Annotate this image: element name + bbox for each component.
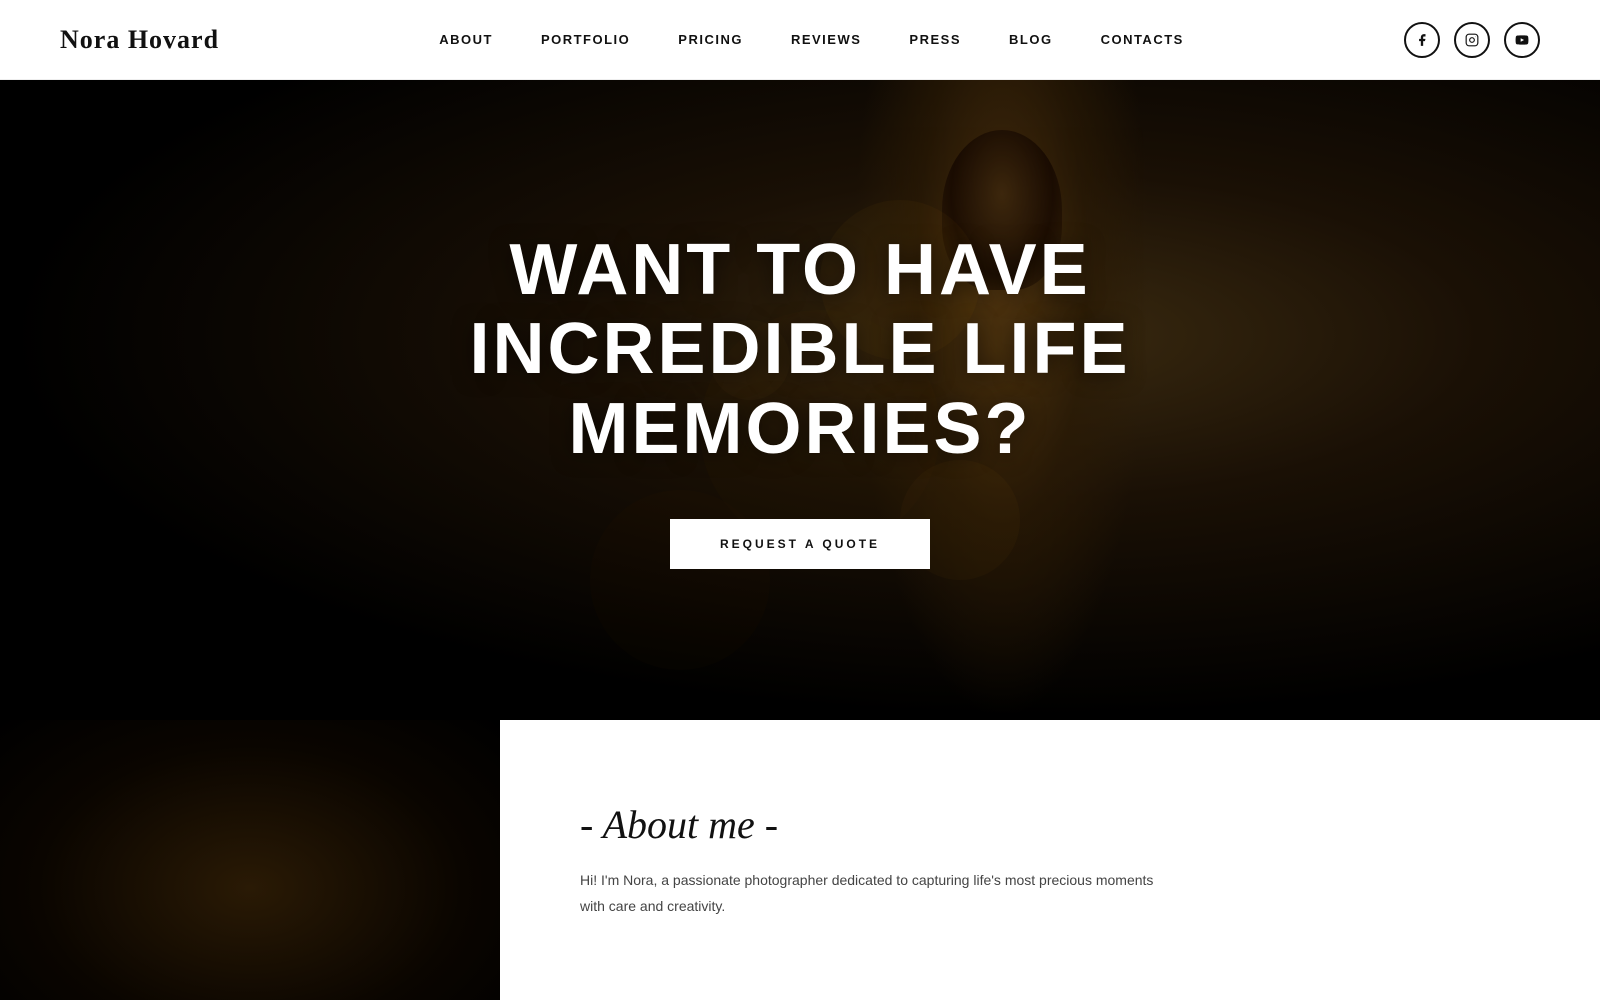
facebook-icon[interactable]: [1404, 22, 1440, 58]
nav-item-about[interactable]: ABOUT: [439, 32, 493, 47]
hero-title: WANT TO HAVE INCREDIBLE LIFE MEMORIES?: [390, 231, 1210, 469]
nav-item-pricing[interactable]: PRICING: [678, 32, 743, 47]
hero-content: WANT TO HAVE INCREDIBLE LIFE MEMORIES? R…: [350, 231, 1250, 569]
youtube-icon[interactable]: [1504, 22, 1540, 58]
hero-section: WANT TO HAVE INCREDIBLE LIFE MEMORIES? R…: [0, 80, 1600, 720]
hero-title-line2: MEMORIES?: [568, 389, 1031, 469]
about-description: Hi! I'm Nora, a passionate photographer …: [580, 868, 1160, 918]
nav-item-reviews[interactable]: REVIEWS: [791, 32, 861, 47]
social-icons: [1404, 22, 1540, 58]
instagram-icon[interactable]: [1454, 22, 1490, 58]
hero-title-line1: WANT TO HAVE INCREDIBLE LIFE: [469, 230, 1130, 389]
about-section: - About me - Hi! I'm Nora, a passionate …: [0, 720, 1600, 1000]
nav-item-portfolio[interactable]: PORTFOLIO: [541, 32, 630, 47]
about-text: - About me - Hi! I'm Nora, a passionate …: [500, 720, 1240, 1000]
about-image-bg: [0, 720, 500, 1000]
request-quote-button[interactable]: REQUEST A QUOTE: [670, 519, 930, 569]
about-title: - About me -: [580, 801, 1160, 848]
nav-item-blog[interactable]: BLOG: [1009, 32, 1053, 47]
about-image: [0, 720, 500, 1000]
brand-logo[interactable]: Nora Hovard: [60, 25, 219, 55]
nav-links: ABOUT PORTFOLIO PRICING REVIEWS PRESS BL…: [439, 31, 1184, 49]
main-nav: Nora Hovard ABOUT PORTFOLIO PRICING REVI…: [0, 0, 1600, 80]
nav-item-contacts[interactable]: CONTACTS: [1101, 32, 1184, 47]
nav-item-press[interactable]: PRESS: [909, 32, 961, 47]
